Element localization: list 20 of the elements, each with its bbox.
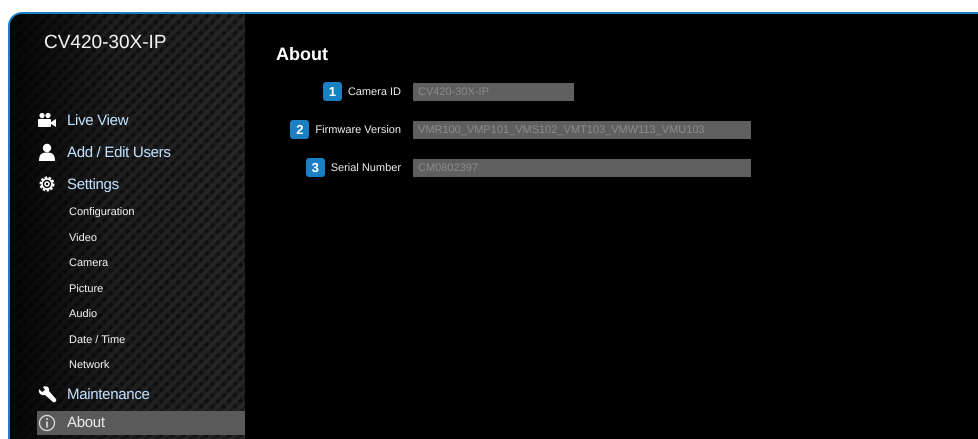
menu-item[interactable]: Maintenance [10, 378, 156, 410]
menu-item[interactable]: Live View [10, 104, 134, 136]
submenu-item[interactable]: Configuration [69, 200, 134, 226]
number-badge: 3 [306, 158, 325, 177]
field-label: Firmware Version [315, 124, 401, 136]
menu-item[interactable]: About [37, 410, 245, 434]
number-badge: 2 [290, 120, 310, 139]
menu-item[interactable]: Add / Edit Users [10, 136, 177, 168]
field-label: Serial Number [330, 162, 401, 174]
field-label: Camera ID [348, 86, 401, 98]
submenu-item[interactable]: Video [69, 226, 97, 251]
submenu-item[interactable]: Date / Time [69, 328, 126, 353]
submenu-item[interactable]: Audio [69, 302, 98, 328]
number-badge: 1 [322, 82, 342, 101]
menu-item[interactable]: Settings [10, 168, 125, 200]
page-heading: About [276, 44, 328, 65]
app-title: CV420-30X-IP [44, 32, 167, 54]
submenu-item[interactable]: Picture [69, 276, 104, 302]
submenu-item[interactable]: Network [69, 353, 110, 378]
submenu-item[interactable]: Camera [69, 251, 108, 276]
